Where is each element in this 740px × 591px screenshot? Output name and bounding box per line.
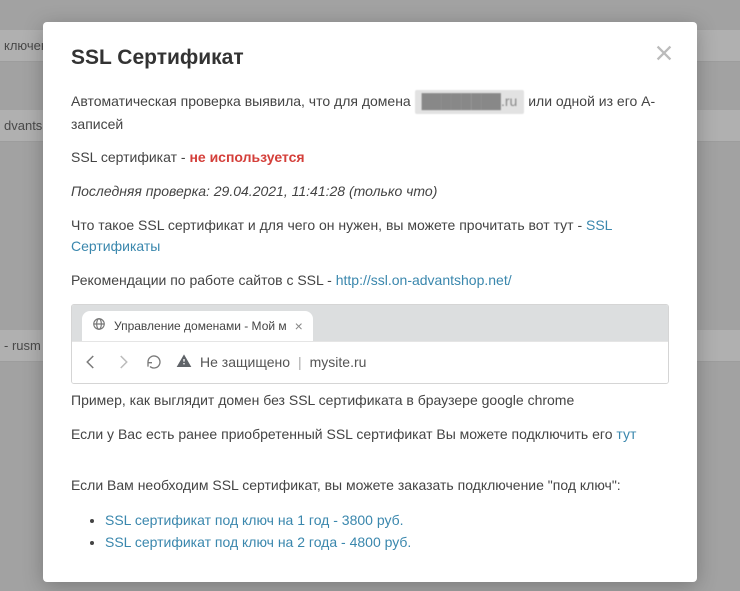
nav-back-icon (82, 353, 100, 371)
browser-tab-strip: Управление доменами - Мой м × (72, 305, 668, 341)
status-line: SSL сертификат - не используется (71, 147, 669, 169)
list-item: SSL сертификат под ключ на 2 года - 4800… (105, 531, 669, 553)
tab-close-icon: × (295, 318, 303, 334)
browser-tab: Управление доменами - Мой м × (82, 311, 313, 341)
reload-icon (146, 354, 162, 370)
browser-url-bar: Не защищено | mysite.ru (72, 341, 668, 383)
intro-line: Автоматическая проверка выявила, что для… (71, 90, 669, 135)
rec-pre: Рекомендации по работе сайтов с SSL - (71, 272, 336, 288)
modal-title: SSL Сертификат (71, 46, 669, 70)
existing-cert-line: Если у Вас есть ранее приобретенный SSL … (71, 424, 669, 446)
offer-1yr-link[interactable]: SSL сертификат под ключ на 1 год - 3800 … (105, 512, 404, 528)
ssl-rec-link[interactable]: http://ssl.on-advantshop.net/ (336, 272, 512, 288)
globe-icon (92, 317, 106, 334)
offer-2yr-link[interactable]: SSL сертификат под ключ на 2 года - 4800… (105, 534, 411, 550)
domain-badge: ████████.ru (415, 90, 525, 114)
attach-cert-link[interactable]: тут (616, 426, 636, 442)
url-separator: | (298, 354, 302, 370)
screenshot-caption: Пример, как выглядит домен без SSL серти… (71, 390, 669, 412)
modal-overlay: SSL Сертификат Автоматическая проверка в… (0, 0, 740, 591)
close-icon[interactable] (653, 42, 675, 64)
last-check: Последняя проверка: 29.04.2021, 11:41:28… (71, 181, 669, 203)
status-badge: не используется (189, 149, 304, 165)
existing-pre: Если у Вас есть ранее приобретенный SSL … (71, 426, 616, 442)
rec-line: Рекомендации по работе сайтов с SSL - ht… (71, 270, 669, 292)
nav-forward-icon (114, 353, 132, 371)
whatssl-pre: Что такое SSL сертификат и для чего он н… (71, 217, 586, 233)
insecure-label: Не защищено (200, 354, 290, 370)
order-intro: Если Вам необходим SSL сертификат, вы мо… (71, 475, 669, 497)
whatssl-line: Что такое SSL сертификат и для чего он н… (71, 215, 669, 258)
offers-list: SSL сертификат под ключ на 1 год - 3800 … (105, 509, 669, 554)
url-field: Не защищено | mysite.ru (176, 353, 658, 372)
intro-pre: Автоматическая проверка выявила, что для… (71, 93, 415, 109)
list-item: SSL сертификат под ключ на 1 год - 3800 … (105, 509, 669, 531)
browser-screenshot: Управление доменами - Мой м × (71, 304, 669, 384)
warning-icon (176, 353, 192, 372)
url-host: mysite.ru (310, 354, 367, 370)
ssl-modal: SSL Сертификат Автоматическая проверка в… (43, 22, 697, 582)
tab-title: Управление доменами - Мой м (114, 319, 287, 333)
status-pre: SSL сертификат - (71, 149, 189, 165)
